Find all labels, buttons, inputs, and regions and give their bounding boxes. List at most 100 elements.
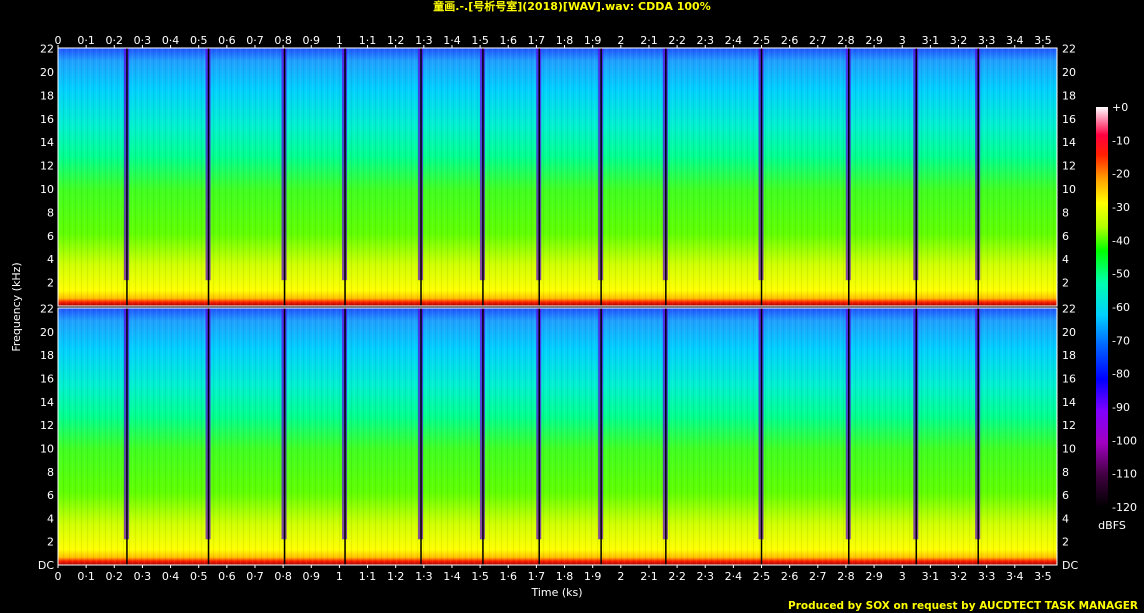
y-tick-label: 16	[40, 373, 54, 386]
x-tick-label: 1	[336, 570, 343, 583]
colorbar-tick-label: +0	[1112, 101, 1128, 114]
y-tick-label: 16	[1062, 373, 1076, 386]
x-tick-label: 1·9	[584, 570, 602, 583]
y-tick-label: 20	[40, 66, 54, 79]
x-tick-label: 2·9	[865, 570, 883, 583]
y-tick-label: 2	[47, 277, 54, 290]
colorbar-tick-label: -40	[1112, 234, 1130, 247]
y-tick-label: 22	[1062, 303, 1076, 316]
y-tick-label: DC	[38, 559, 54, 572]
y-tick-label: 6	[47, 230, 54, 243]
y-tick-label: 22	[40, 43, 54, 56]
x-axis-label: Time (ks)	[530, 586, 582, 599]
x-tick-label: 0·2	[106, 570, 124, 583]
x-tick-label: 1·2	[387, 570, 405, 583]
colorbar-label: dBFS	[1098, 519, 1126, 532]
x-tick-label: 0·9	[303, 570, 321, 583]
x-tick-label: 0·1	[77, 570, 95, 583]
y-tick-label: 2	[1062, 536, 1069, 549]
y-tick-label: 12	[1062, 419, 1076, 432]
colorbar	[1096, 107, 1108, 507]
x-tick-label: 0·5	[190, 570, 208, 583]
x-tick-label: 3·3	[978, 570, 996, 583]
x-tick-label: 2·4	[725, 570, 743, 583]
x-tick-label: 3·5	[1034, 570, 1052, 583]
x-tick-label: 0·6	[218, 570, 236, 583]
chart-title: 童画.-.[号析号室](2018)[WAV].wav: CDDA 100%	[433, 0, 710, 13]
y-tick-label: 4	[47, 512, 54, 525]
x-tick-label: 2	[617, 570, 624, 583]
y-tick-label: 6	[1062, 230, 1069, 243]
x-tick-label: 2·8	[837, 570, 855, 583]
colorbar-tick-label: -20	[1112, 168, 1130, 181]
x-tick-label: 0·3	[134, 570, 152, 583]
channel-1-spectrogram	[57, 47, 1058, 307]
y-tick-label: 16	[40, 113, 54, 126]
x-tick-label: 0	[55, 570, 62, 583]
x-tick-label: 3·2	[950, 570, 968, 583]
y-tick-label: 2	[1062, 277, 1069, 290]
x-tick-label: 1·5	[471, 570, 489, 583]
x-tick-label: 3·4	[1006, 570, 1024, 583]
colorbar-tick-label: -60	[1112, 301, 1130, 314]
colorbar-tick-label: -120	[1112, 501, 1137, 514]
y-tick-label: 8	[1062, 466, 1069, 479]
y-tick-label: 14	[40, 136, 54, 149]
y-tick-label: 12	[40, 160, 54, 173]
x-tick-label: 1·1	[359, 570, 377, 583]
y-tick-label: 2	[47, 536, 54, 549]
y-tick-label: 8	[1062, 206, 1069, 219]
y-tick-label: 12	[40, 419, 54, 432]
x-tick-label: 0·4	[162, 570, 180, 583]
y-tick-label: 8	[47, 466, 54, 479]
x-tick-label: 1·7	[528, 570, 546, 583]
x-tick-label: 2·1	[640, 570, 658, 583]
credit-text: Produced by SOX on request by AUCDTECT T…	[788, 600, 1138, 612]
y-axis-label: Frequency (kHz)	[10, 262, 23, 351]
y-tick-label: 18	[40, 89, 54, 102]
x-tick-label: 2·2	[668, 570, 686, 583]
y-tick-label: 20	[40, 326, 54, 339]
y-tick-label: 4	[47, 253, 54, 266]
y-tick-label: 4	[1062, 512, 1069, 525]
y-tick-label: 10	[1062, 183, 1076, 196]
y-tick-label: 10	[1062, 442, 1076, 455]
y-tick-label: 14	[40, 396, 54, 409]
y-tick-label: 22	[1062, 43, 1076, 56]
x-tick-label: 2·5	[753, 570, 771, 583]
x-tick-label: 1·6	[500, 570, 518, 583]
colorbar-tick-labels: +0 -10 -20 -30 -40 -50 -60 -70 -80 -90 -100 -110 -12…	[1112, 101, 1137, 514]
x-tick-labels-top: 0 0·1 0·2 0·3 0·4 0·5 0·6 0·7 0·8 0·9 1 1·1 1·2 1·3 1·…	[55, 34, 1052, 48]
y-tick-label: 18	[40, 349, 54, 362]
spectrogram-chart: 童画.-.[号析号室](2018)[WAV].wav: CDDA 100% 0 0…	[10, 0, 1138, 612]
y-tick-label: 12	[1062, 160, 1076, 173]
y-tick-label: 16	[1062, 113, 1076, 126]
y-tick-label: 18	[1062, 89, 1076, 102]
y-tick-label: 14	[1062, 136, 1076, 149]
x-tick-label: 1·4	[443, 570, 461, 583]
colorbar-tick-label: -10	[1112, 134, 1130, 147]
y-tick-label: 20	[1062, 66, 1076, 79]
y-tick-label: 20	[1062, 326, 1076, 339]
y-tick-label: 14	[1062, 396, 1076, 409]
y-tick-label: 8	[47, 206, 54, 219]
y-tick-label: 10	[40, 183, 54, 196]
colorbar-tick-label: -30	[1112, 201, 1130, 214]
y-tick-label: 22	[40, 303, 54, 316]
y-tick-label: 4	[1062, 253, 1069, 266]
colorbar-tick-label: -50	[1112, 268, 1130, 281]
x-tick-label: 1·3	[415, 570, 433, 583]
x-tick-label: 3	[899, 570, 906, 583]
y-tick-label: 6	[1062, 489, 1069, 502]
x-tick-labels-bottom: 0 0·1 0·2 0·3 0·4 0·5 0·6 0·7 0·8 0·9 1 1·1 1·2 1·3 1·…	[55, 565, 1052, 583]
x-tick-label: 3·1	[922, 570, 940, 583]
x-tick-label: 2·3	[696, 570, 714, 583]
colorbar-tick-label: -90	[1112, 401, 1130, 414]
y-tick-label: DC	[1062, 559, 1078, 572]
colorbar-tick-label: -70	[1112, 334, 1130, 347]
x-tick-label: 0·7	[246, 570, 264, 583]
x-tick-label: 0·8	[274, 570, 292, 583]
y-tick-label: 6	[47, 489, 54, 502]
y-tick-label: 18	[1062, 349, 1076, 362]
colorbar-tick-label: -110	[1112, 468, 1137, 481]
